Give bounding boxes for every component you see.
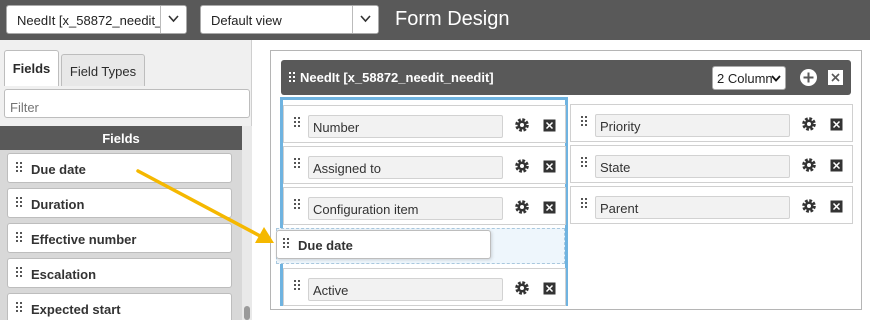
drag-handle-icon[interactable] — [294, 280, 300, 292]
chevron-down-icon — [352, 6, 378, 33]
section-title: NeedIt [x_58872_needit_needit] — [300, 70, 494, 85]
form-field-slot[interactable]: Priority — [570, 104, 853, 142]
delete-icon[interactable] — [543, 201, 556, 214]
field-label: Expected start — [31, 302, 121, 317]
plus-circle-icon[interactable] — [799, 68, 818, 87]
field-list-item[interactable]: Due date — [7, 153, 232, 183]
drag-handle-icon — [16, 302, 22, 314]
gear-icon[interactable] — [514, 117, 530, 133]
form-field-slot[interactable]: Configuration item — [283, 187, 566, 225]
drag-handle-icon — [16, 232, 22, 244]
view-select-value: Default view — [211, 13, 282, 28]
form-field-label: State — [595, 155, 790, 178]
chevron-down-icon — [160, 6, 186, 33]
delete-icon[interactable] — [830, 118, 843, 131]
field-label: Escalation — [31, 267, 97, 282]
gear-icon[interactable] — [801, 116, 817, 132]
table-select-value: NeedIt [x_58872_needit_ne — [17, 13, 177, 28]
delete-icon[interactable] — [830, 200, 843, 213]
top-toolbar: NeedIt [x_58872_needit_ne Default view F… — [0, 0, 870, 40]
form-field-slot[interactable]: Assigned to — [283, 146, 566, 184]
form-field-slot[interactable]: Active — [283, 268, 566, 306]
filter-input[interactable] — [4, 89, 250, 118]
field-label: Duration — [31, 197, 85, 212]
fields-panel: Fields Field Types Fields Due date Durat… — [0, 40, 252, 320]
form-field-slot[interactable]: Parent — [570, 186, 853, 224]
column-layout-value: 2 Column — [717, 71, 773, 86]
section-header: NeedIt [x_58872_needit_needit] 2 Column — [281, 60, 851, 95]
drag-handle-icon — [283, 238, 289, 250]
form-field-label: Assigned to — [308, 156, 503, 179]
delete-icon[interactable] — [543, 119, 556, 132]
form-field-slot[interactable]: State — [570, 145, 853, 183]
gear-icon[interactable] — [514, 280, 530, 296]
delete-icon[interactable] — [830, 159, 843, 172]
table-select[interactable]: NeedIt [x_58872_needit_ne — [6, 5, 187, 34]
drag-handle-icon[interactable] — [581, 116, 587, 128]
gear-icon[interactable] — [514, 158, 530, 174]
field-list: Due date Duration Effective number Escal… — [0, 150, 242, 320]
chevron-down-icon — [771, 75, 781, 82]
field-list-item[interactable]: Effective number — [7, 223, 232, 253]
delete-icon[interactable] — [543, 160, 556, 173]
drag-handle-icon[interactable] — [294, 199, 300, 211]
drag-handle-icon[interactable] — [289, 72, 295, 84]
drag-handle-icon — [16, 267, 22, 279]
form-field-label: Active — [308, 278, 503, 301]
drag-handle-icon[interactable] — [294, 158, 300, 170]
drag-handle-icon — [16, 197, 22, 209]
dragging-field[interactable]: Due date — [276, 230, 491, 259]
dragging-field-label: Due date — [298, 238, 353, 253]
form-field-label: Number — [308, 115, 503, 138]
view-select[interactable]: Default view — [200, 5, 379, 34]
form-field-label: Priority — [595, 114, 790, 137]
field-list-item[interactable]: Duration — [7, 188, 232, 218]
page-title: Form Design — [395, 8, 510, 30]
scrollbar-thumb[interactable] — [244, 306, 250, 320]
gear-icon[interactable] — [801, 157, 817, 173]
tab-field-types[interactable]: Field Types — [61, 54, 145, 86]
drag-handle-icon — [16, 162, 22, 174]
delete-icon[interactable] — [543, 282, 556, 295]
field-label: Effective number — [31, 232, 137, 247]
close-icon[interactable] — [828, 70, 843, 85]
tab-fields[interactable]: Fields — [4, 50, 59, 86]
column-layout-select[interactable]: 2 Column — [712, 66, 786, 90]
field-list-item[interactable]: Escalation — [7, 258, 232, 288]
fields-header: Fields — [0, 126, 242, 150]
drag-handle-icon[interactable] — [581, 157, 587, 169]
form-field-slot[interactable]: Number — [283, 105, 566, 143]
gear-icon[interactable] — [801, 198, 817, 214]
field-list-scrollbar[interactable] — [242, 126, 252, 320]
form-field-label: Configuration item — [308, 197, 503, 220]
gear-icon[interactable] — [514, 199, 530, 215]
drag-handle-icon[interactable] — [294, 117, 300, 129]
field-label: Due date — [31, 162, 86, 177]
form-field-label: Parent — [595, 196, 790, 219]
field-list-item[interactable]: Expected start — [7, 293, 232, 320]
drag-handle-icon[interactable] — [581, 198, 587, 210]
